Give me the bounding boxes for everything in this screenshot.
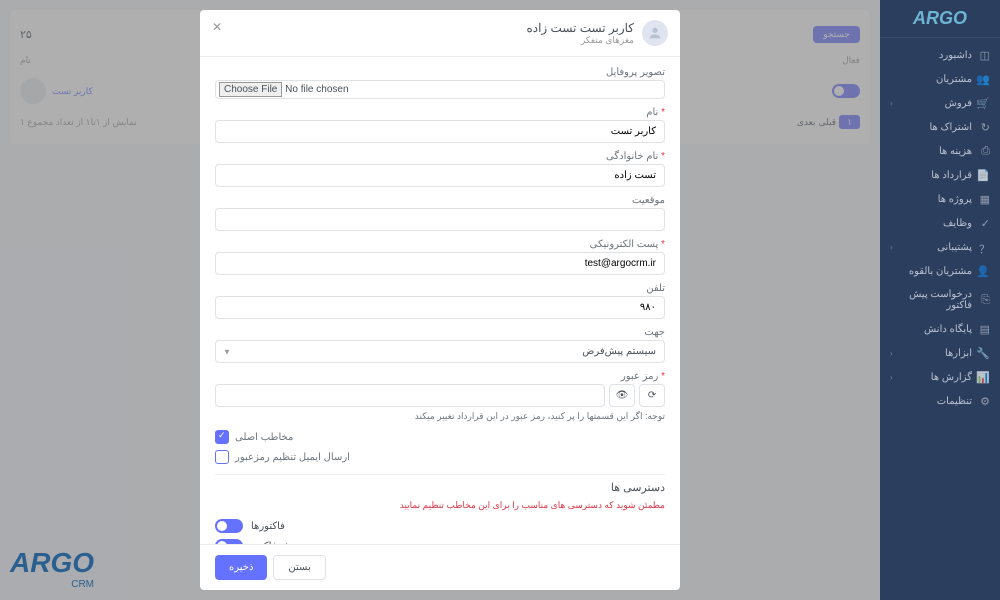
- direction-label: جهت: [215, 327, 665, 338]
- permissions-warning: مطمئن شوید که دسترسی های مناسب را برای ا…: [215, 500, 665, 511]
- sidebar-item-6[interactable]: ▦پروژه ها: [880, 187, 1000, 211]
- permissions-title: دسترسی ها: [215, 481, 665, 494]
- position-label: موقعیت: [215, 195, 665, 206]
- email-label: پست الکترونیکی: [215, 239, 665, 250]
- close-icon[interactable]: ✕: [212, 20, 222, 34]
- password-hint: توجه: اگر این قسمتها را پر کنید، رمز عبو…: [215, 411, 665, 422]
- sidebar-item-1[interactable]: 👥مشتریان: [880, 67, 1000, 91]
- modal-title: کاربر تست تست زاده: [526, 21, 634, 35]
- avatar-icon: [642, 20, 668, 46]
- chevron-left-icon: ‹: [890, 243, 893, 252]
- sidebar-item-3[interactable]: ↻اشتراک ها: [880, 115, 1000, 139]
- nav-icon: ↻: [978, 121, 990, 133]
- brand-logo: ARGO: [880, 0, 1000, 38]
- nav-icon: 📊: [978, 371, 990, 383]
- email-input[interactable]: [215, 252, 665, 275]
- chevron-left-icon: ‹: [890, 99, 893, 108]
- direction-select[interactable]: سیستم پیش‌فرض: [215, 340, 665, 363]
- modal-subtitle: مغزهای متفکر: [526, 35, 634, 46]
- regenerate-password-icon[interactable]: ⟳: [639, 384, 665, 407]
- perm-toggle-0[interactable]: [215, 519, 243, 533]
- sidebar-item-14[interactable]: ⚙تنظیمات: [880, 389, 1000, 413]
- primary-contact-checkbox[interactable]: [215, 430, 229, 444]
- send-pw-email-checkbox[interactable]: [215, 450, 229, 464]
- chevron-left-icon: ‹: [890, 373, 893, 382]
- sidebar-item-7[interactable]: ✓وظایف: [880, 211, 1000, 235]
- first-name-label: نام: [215, 107, 665, 118]
- nav-icon: ✓: [978, 217, 990, 229]
- sidebar-item-0[interactable]: ◫داشبورد: [880, 43, 1000, 67]
- sidebar-item-8[interactable]: ？پشتیبانی‹: [880, 235, 1000, 259]
- nav-icon: ⎙: [978, 145, 990, 157]
- nav-icon: ⚙: [978, 395, 990, 407]
- sidebar-item-13[interactable]: 📊گزارش ها‹: [880, 365, 1000, 389]
- nav-icon: 🔧: [978, 347, 990, 359]
- profile-image-input[interactable]: Choose File No file chosen: [215, 80, 665, 99]
- close-button[interactable]: بستن: [273, 555, 325, 580]
- nav-icon: 👥: [978, 73, 990, 85]
- nav-icon: 🛒: [978, 97, 990, 109]
- first-name-input[interactable]: [215, 120, 665, 143]
- nav-icon: ？: [978, 241, 990, 253]
- last-name-label: نام خانوادگی: [215, 151, 665, 162]
- nav-icon: ▦: [978, 193, 990, 205]
- sidebar: ARGO ◫داشبورد👥مشتریان🛒فروش‹↻اشتراک ها⎙هز…: [880, 0, 1000, 600]
- perm-toggle-1[interactable]: [215, 539, 243, 544]
- sidebar-item-5[interactable]: 📄قرارداد ها: [880, 163, 1000, 187]
- nav-icon: ◫: [978, 49, 990, 61]
- nav-icon: ▤: [978, 323, 990, 335]
- profile-image-label: تصویر پروفایل: [215, 67, 665, 78]
- nav-icon: 📄: [978, 169, 990, 181]
- phone-label: تلفن: [215, 283, 665, 294]
- show-password-icon[interactable]: 👁: [609, 384, 635, 407]
- sidebar-item-2[interactable]: 🛒فروش‹: [880, 91, 1000, 115]
- sidebar-item-12[interactable]: 🔧ابزارها‹: [880, 341, 1000, 365]
- last-name-input[interactable]: [215, 164, 665, 187]
- position-input[interactable]: [215, 208, 665, 231]
- nav-icon: 👤: [978, 265, 990, 277]
- sidebar-item-11[interactable]: ▤پایگاه دانش: [880, 317, 1000, 341]
- save-button[interactable]: ذخیره: [215, 555, 267, 580]
- phone-input[interactable]: [215, 296, 665, 319]
- corner-brand-logo: ARGO CRM: [10, 547, 94, 590]
- sidebar-item-4[interactable]: ⎙هزینه ها: [880, 139, 1000, 163]
- edit-contact-modal: کاربر تست تست زاده مغزهای متفکر ✕ تصویر …: [200, 10, 680, 590]
- password-input[interactable]: [215, 384, 605, 407]
- sidebar-item-9[interactable]: 👤مشتریان بالقوه: [880, 259, 1000, 283]
- chevron-left-icon: ‹: [890, 349, 893, 358]
- nav-icon: ⎘: [978, 294, 990, 306]
- sidebar-item-10[interactable]: ⎘درخواست پیش فاکتور: [880, 283, 1000, 317]
- password-label: رمز عبور: [215, 371, 665, 382]
